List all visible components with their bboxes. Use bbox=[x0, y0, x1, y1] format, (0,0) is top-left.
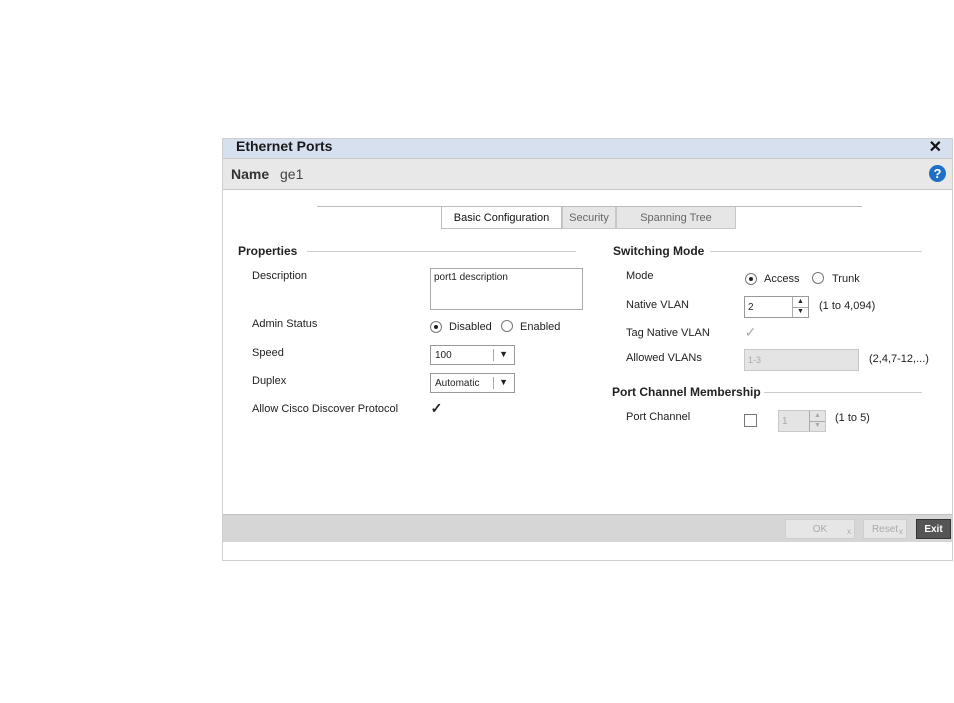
port-channel-value: 1 bbox=[782, 416, 788, 427]
mode-access-radio[interactable] bbox=[745, 273, 757, 285]
duplex-label: Duplex bbox=[252, 375, 287, 387]
admin-status-label: Admin Status bbox=[252, 318, 318, 330]
allowed-vlans-field[interactable]: 1-3 bbox=[744, 349, 859, 371]
spinner-buttons: ▲ ▼ bbox=[792, 297, 808, 317]
help-icon[interactable]: ? bbox=[929, 165, 946, 182]
port-channel-hint: (1 to 5) bbox=[835, 412, 870, 424]
mode-label: Mode bbox=[626, 270, 654, 282]
cdp-checkbox[interactable]: ✓ bbox=[430, 401, 443, 415]
ok-label: OK bbox=[812, 524, 828, 535]
mode-trunk-label: Trunk bbox=[832, 273, 860, 285]
decrement-icon[interactable]: ▼ bbox=[793, 307, 808, 317]
select-separator bbox=[493, 377, 494, 389]
tab-basic-configuration[interactable]: Basic Configuration bbox=[441, 207, 562, 229]
tag-native-vlan-checkbox[interactable]: ✓ bbox=[744, 325, 757, 339]
select-separator bbox=[493, 349, 494, 361]
allowed-vlans-label: Allowed VLANs bbox=[626, 352, 702, 364]
mode-access-label: Access bbox=[764, 273, 800, 285]
duplex-select[interactable]: Automatic ▼ bbox=[430, 373, 515, 393]
spinner-buttons: ▲ ▼ bbox=[809, 411, 825, 431]
port-channel-spinner[interactable]: 1 ▲ ▼ bbox=[778, 410, 826, 432]
reset-button[interactable]: Reset x bbox=[863, 519, 907, 539]
native-vlan-value: 2 bbox=[748, 302, 754, 313]
properties-divider bbox=[307, 251, 576, 252]
close-icon[interactable]: ✕ bbox=[929, 137, 942, 157]
tag-native-vlan-label: Tag Native VLAN bbox=[626, 327, 710, 339]
chevron-down-icon: ▼ bbox=[499, 377, 508, 387]
native-vlan-label: Native VLAN bbox=[626, 299, 689, 311]
switching-mode-heading: Switching Mode bbox=[613, 244, 705, 258]
tab-spanning-tree[interactable]: Spanning Tree bbox=[616, 207, 736, 229]
ok-button[interactable]: OK x bbox=[785, 519, 855, 539]
cdp-label: Allow Cisco Discover Protocol bbox=[252, 403, 399, 415]
dialog-footer: OK x Reset x Exit bbox=[223, 514, 952, 542]
duplex-value: Automatic bbox=[435, 378, 480, 389]
switching-divider bbox=[710, 251, 922, 252]
chevron-down-icon: ▼ bbox=[499, 349, 508, 359]
mode-trunk-radio[interactable] bbox=[812, 272, 824, 284]
ok-sub: x bbox=[847, 527, 851, 536]
port-channel-label: Port Channel bbox=[626, 411, 691, 423]
allowed-vlans-hint: (2,4,7-12,...) bbox=[869, 353, 929, 365]
dialog-title: Ethernet Ports bbox=[236, 138, 333, 154]
speed-label: Speed bbox=[252, 347, 284, 359]
name-value: ge1 bbox=[280, 166, 304, 182]
port-channel-divider bbox=[764, 392, 922, 393]
native-vlan-hint: (1 to 4,094) bbox=[819, 300, 876, 312]
admin-disabled-label: Disabled bbox=[449, 321, 492, 333]
name-bar: Name ge1 ? bbox=[223, 158, 952, 190]
admin-enabled-label: Enabled bbox=[520, 321, 561, 333]
admin-disabled-radio[interactable] bbox=[430, 321, 442, 333]
decrement-icon[interactable]: ▼ bbox=[810, 421, 825, 431]
native-vlan-spinner[interactable]: 2 ▲ ▼ bbox=[744, 296, 809, 318]
description-label: Description bbox=[252, 270, 308, 282]
port-channel-checkbox[interactable] bbox=[744, 414, 757, 427]
reset-sub: x bbox=[899, 527, 903, 536]
speed-value: 100 bbox=[435, 350, 452, 361]
description-field[interactable]: port1 description bbox=[430, 268, 583, 310]
tab-security[interactable]: Security bbox=[562, 207, 616, 229]
port-channel-heading: Port Channel Membership bbox=[612, 385, 761, 399]
speed-select[interactable]: 100 ▼ bbox=[430, 345, 515, 365]
properties-heading: Properties bbox=[238, 244, 298, 258]
ethernet-ports-dialog: Ethernet Ports ✕ Name ge1 ? Basic Config… bbox=[222, 138, 953, 561]
name-label: Name bbox=[231, 166, 270, 182]
reset-label: Reset bbox=[871, 524, 899, 535]
admin-enabled-radio[interactable] bbox=[501, 320, 513, 332]
exit-button[interactable]: Exit bbox=[916, 519, 951, 539]
dialog-titlebar: Ethernet Ports ✕ bbox=[223, 137, 952, 158]
